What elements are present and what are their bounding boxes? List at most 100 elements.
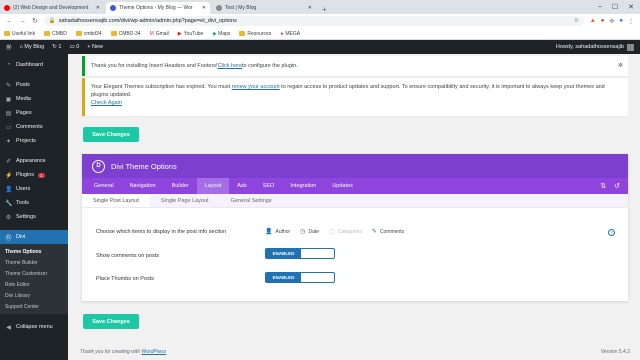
sidebar-item-label: Appearance <box>16 158 46 164</box>
show-comments-toggle[interactable]: ENABLED <box>265 248 335 259</box>
submenu-support-center[interactable]: Support Center <box>0 301 68 312</box>
subtab-single-page-layout[interactable]: Single Page Layout <box>150 194 220 207</box>
post-info-comments-option[interactable]: ✎ Comments <box>371 228 404 236</box>
reset-icon[interactable]: ↺ <box>614 182 620 190</box>
options-tabs: General Navigation Builder Layout Ads SE… <box>82 178 628 194</box>
sidebar-item-dashboard[interactable]: ◔ Dashboard <box>0 58 68 72</box>
reload-icon[interactable]: ↻ <box>32 17 38 25</box>
divi-submenu: Theme Options Theme Builder Theme Custom… <box>0 244 68 314</box>
gmail-icon: M <box>149 30 154 37</box>
post-info-author-option[interactable]: 👤 Author <box>265 228 291 236</box>
help-icon[interactable]: ? <box>608 229 615 236</box>
divi-logo-icon: D <box>92 159 105 173</box>
sidebar-item-appearance[interactable]: ✐ Appearance <box>0 154 68 168</box>
submenu-divi-library[interactable]: Divi Library <box>0 290 68 301</box>
subtab-general-settings[interactable]: General Settings <box>220 194 283 207</box>
puzzle-icon[interactable]: ✣ <box>609 18 614 25</box>
post-info-categories-option[interactable]: ▢ Categories <box>329 228 362 236</box>
comments-link[interactable]: ▭ 0 <box>69 44 79 50</box>
post-info-date-option[interactable]: ◷ Date <box>300 228 320 236</box>
submenu-role-editor[interactable]: Role Editor <box>0 279 68 290</box>
comment-icon: ✎ <box>371 229 377 235</box>
check-again-link[interactable]: Check Again <box>91 100 122 106</box>
sidebar-item-plugins[interactable]: ⚡ Plugins 1 <box>0 168 68 182</box>
tab-integration[interactable]: Integration <box>282 178 324 194</box>
bookmark-item[interactable]: CMBD-34 <box>110 31 141 37</box>
url-field[interactable]: 🔒 sahadathossensajib.com/divi/wp-admin/a… <box>43 16 584 26</box>
collapse-menu-button[interactable]: ◀ Collapse menu <box>0 320 68 334</box>
bookmark-item[interactable]: ● MEGA <box>280 31 300 37</box>
sidebar-item-comments[interactable]: ▭ Comments <box>0 120 68 134</box>
tab-updates[interactable]: Updates <box>324 178 361 194</box>
renew-account-link[interactable]: renew your account <box>232 84 280 90</box>
updates-link[interactable]: ↻ 1 <box>52 44 61 50</box>
bookmark-label: Maps <box>218 30 231 37</box>
save-changes-button[interactable]: Save Changes <box>83 127 139 142</box>
browser-tab[interactable]: Test | My Blog ✕ <box>212 2 316 14</box>
configure-plugin-link[interactable]: Click here <box>218 63 242 69</box>
sidebar-item-posts[interactable]: ✎ Posts <box>0 78 68 92</box>
sidebar-item-divi[interactable]: Ⓓ Divi <box>0 230 68 244</box>
footer-text: Thank you for creating with <box>80 349 142 355</box>
option-label: Categories <box>337 228 362 235</box>
sidebar-item-users[interactable]: 👤 Users <box>0 182 68 196</box>
close-window-icon[interactable]: ✕ <box>628 3 634 11</box>
bookmark-item[interactable]: ▶ YouTube <box>178 31 204 37</box>
sidebar-item-label: Dashboard <box>16 62 43 68</box>
submenu-theme-builder[interactable]: Theme Builder <box>0 257 68 268</box>
sidebar-item-settings[interactable]: ⚙ Settings <box>0 210 68 224</box>
tab-seo[interactable]: SEO <box>255 178 283 194</box>
star-icon[interactable]: ☆ <box>574 18 579 24</box>
bookmark-item[interactable]: Resources <box>239 31 271 37</box>
admin-footer-text: Thank you for creating with WordPress <box>80 349 166 355</box>
subtab-single-post-layout[interactable]: Single Post Layout <box>82 194 150 207</box>
bookmark-item[interactable]: M Gmail <box>150 31 169 37</box>
menu-icon[interactable]: ⋮ <box>628 18 634 25</box>
forward-icon[interactable]: → <box>19 18 26 25</box>
option-label: Author <box>275 228 291 235</box>
folder-icon <box>75 31 82 36</box>
maximize-icon[interactable]: ☐ <box>612 3 618 11</box>
close-icon[interactable]: ✕ <box>96 5 100 11</box>
new-content-link[interactable]: + New <box>87 44 103 50</box>
wordpress-link[interactable]: WordPress <box>141 349 166 355</box>
minimize-icon[interactable]: – <box>598 3 602 11</box>
submenu-theme-options[interactable]: Theme Options <box>0 246 68 257</box>
wordpress-logo-icon[interactable]: Ⓦ <box>6 43 12 51</box>
toggle-enabled-label: ENABLED <box>266 273 301 282</box>
folder-icon <box>4 31 10 36</box>
browser-tab[interactable]: (2) Web Design and Development ✕ <box>0 2 104 14</box>
submenu-theme-customizer[interactable]: Theme Customizer <box>0 268 68 279</box>
close-icon[interactable]: ✕ <box>308 5 312 11</box>
sidebar-item-projects[interactable]: ✦ Projects <box>0 134 68 148</box>
save-changes-button-bottom[interactable]: Save Changes <box>83 314 139 329</box>
place-thumbs-toggle[interactable]: ENABLED <box>265 272 335 283</box>
bookmark-item[interactable]: ◆ Maps <box>212 31 230 37</box>
tab-ads[interactable]: Ads <box>229 178 254 194</box>
tab-layout[interactable]: Layout <box>196 178 230 194</box>
option-label: Date <box>308 228 320 235</box>
extension-icon[interactable]: ● <box>601 18 605 25</box>
profile-icon[interactable]: ● <box>619 18 623 25</box>
back-icon[interactable]: ← <box>6 18 13 25</box>
sidebar-item-pages[interactable]: ▤ Pages <box>0 106 68 120</box>
tab-navigation[interactable]: Navigation <box>122 178 164 194</box>
collapse-label: Collapse menu <box>16 324 53 330</box>
page-favicon-icon <box>216 5 222 11</box>
sidebar-item-media[interactable]: ▣ Media <box>0 92 68 106</box>
close-icon[interactable]: ✕ <box>202 5 206 11</box>
bookmark-item[interactable]: cmbd34 <box>75 31 102 37</box>
sort-icon[interactable]: ⇅ <box>600 182 606 190</box>
bookmark-item[interactable]: Useful link <box>4 31 35 37</box>
settings-gear-icon[interactable]: ✲ <box>618 62 623 69</box>
browser-tab-active[interactable]: Theme Options ‹ My Blog — Wor ✕ <box>106 2 210 14</box>
sidebar-item-tools[interactable]: 🔧 Tools <box>0 196 68 210</box>
account-menu[interactable]: Howdy, sahadathossensajib <box>556 43 634 51</box>
tab-general[interactable]: General <box>86 178 122 194</box>
toggle-enabled-label: ENABLED <box>266 249 301 258</box>
tab-builder[interactable]: Builder <box>164 178 197 194</box>
bookmark-item[interactable]: CMBD <box>44 31 67 37</box>
brave-icon[interactable]: ▲ <box>590 18 596 25</box>
site-name[interactable]: ⌂ My Blog <box>20 44 45 50</box>
new-tab-button[interactable]: + <box>318 5 331 14</box>
